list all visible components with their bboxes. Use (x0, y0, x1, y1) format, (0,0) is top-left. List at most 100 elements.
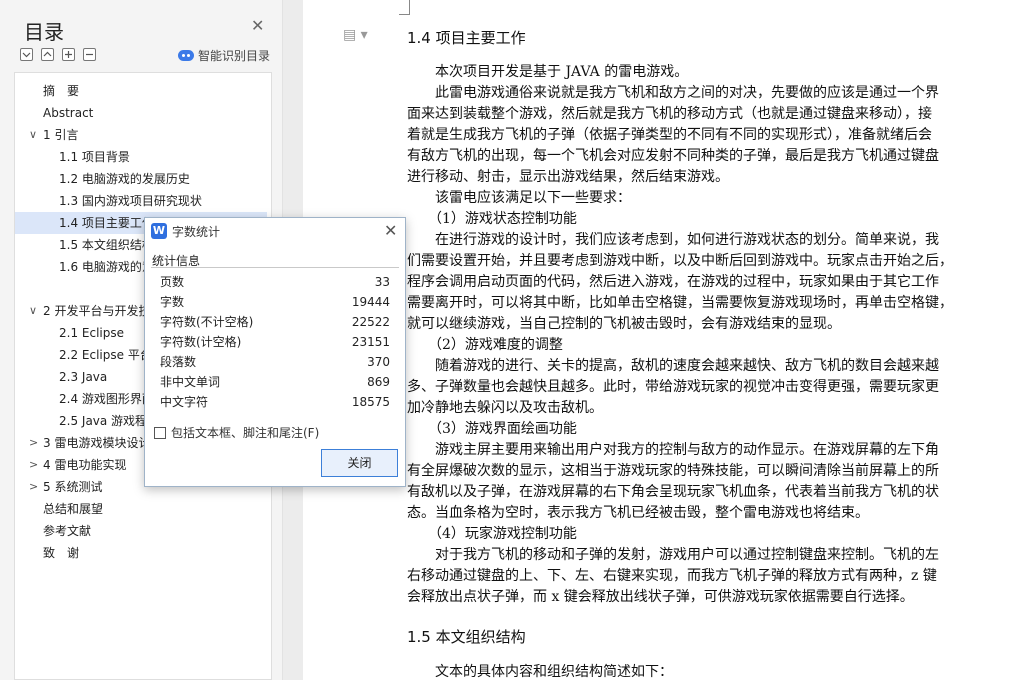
smart-toc-label: 智能识别目录 (198, 49, 271, 63)
stat-row: 字数 19444 (160, 292, 390, 312)
stat-label: 字符数(计空格) (160, 335, 242, 349)
remove-icon[interactable] (83, 48, 96, 61)
toc-item-label: 1 引言 (43, 128, 79, 142)
toc-item[interactable]: ∨ 1 引言 (15, 124, 271, 146)
robot-icon (178, 50, 194, 61)
toc-item[interactable]: 摘 要 (15, 80, 271, 102)
paragraph-line: 会释放出点状子弹，而 x 键会释放出线状子弹，可供游戏玩家依据需要自行选择。 (407, 589, 914, 605)
toc-item-label: 2.4 游戏图形界面 (59, 392, 154, 406)
toc-item-label: 摘 要 (43, 84, 80, 98)
stat-value: 22522 (351, 315, 390, 329)
toc-item[interactable]: 致 谢 (15, 542, 271, 564)
dialog-titlebar[interactable]: W 字数统计 ✕ (145, 218, 405, 244)
close-icon[interactable]: ✕ (384, 221, 397, 240)
paragraph-line: 此雷电游戏通俗来说就是我方飞机和敌方之间的对决，先要做的应该是通过一个界 (407, 85, 939, 101)
paragraph-line: 有全屏爆破次数的显示，这相当于游戏玩家的特殊技能，可以瞬间清除当前屏幕上的所 (407, 463, 939, 479)
stat-value: 869 (367, 375, 390, 389)
toc-item[interactable]: 总结和展望 (15, 498, 271, 520)
chevron-right-icon[interactable]: > (29, 476, 38, 498)
checkbox-label: 包括文本框、脚注和尾注(F) (171, 426, 320, 440)
stat-row: 字符数(计空格) 23151 (160, 332, 390, 352)
paragraph-line: 在进行游戏的设计时，我们应该考虑到，如何进行游戏状态的划分。简单来说，我 (407, 232, 939, 248)
toc-item[interactable]: 1.3 国内游戏项目研究现状 (15, 190, 271, 212)
toc-item-label: 4 雷电功能实现 (43, 458, 127, 472)
paragraph-line: （4）玩家游戏控制功能 (407, 526, 577, 542)
paragraph-line: （2）游戏难度的调整 (407, 337, 563, 353)
stat-label: 中文字符 (160, 395, 209, 409)
paragraph-line: 着就是生成我方飞机的子弹（依据子弹类型的不同有不同的实现形式），准备就绪后会 (407, 127, 932, 143)
toc-item-label: 1.5 本文组织结构 (59, 238, 154, 252)
expand-all-icon[interactable] (41, 48, 54, 61)
toc-item-label: 3 雷电游戏模块设计 (43, 436, 151, 450)
paragraph-line: 游戏主屏主要用来输出用户对我方的控制与敌方的动作显示。在游戏屏幕的左下角 (407, 442, 939, 458)
toc-item[interactable]: Abstract (15, 102, 271, 124)
paragraph-line: 面来达到装载整个游戏，然后就是我方飞机的移动方式（也就是通过键盘来移动），接 (407, 106, 932, 122)
include-textbox-checkbox[interactable]: 包括文本框、脚注和尾注(F) (154, 424, 319, 441)
chevron-down-icon[interactable]: ∨ (29, 300, 37, 322)
toc-item-label: 1.4 项目主要工作 (59, 216, 154, 230)
stat-row: 中文字符 18575 (160, 392, 390, 412)
paragraph-line: 进行移动、射击，显示出游戏结果，然后结束游戏。 (407, 169, 729, 185)
paragraph-line: 们需要设置开始，并且要考虑到游戏中断，以及中断后回到游戏中。玩家点击开始之后， (407, 253, 953, 269)
toc-item[interactable]: 1.2 电脑游戏的发展历史 (15, 168, 271, 190)
toc-item-label: 1.3 国内游戏项目研究现状 (59, 194, 202, 208)
add-icon[interactable] (62, 48, 75, 61)
stat-label: 字符数(不计空格) (160, 315, 254, 329)
close-icon[interactable]: ✕ (251, 18, 264, 34)
chevron-down-icon[interactable]: ∨ (29, 124, 37, 146)
section-heading: 1.5 本文组织结构 (407, 628, 526, 646)
paragraph-line: 有敌机以及子弹，在游戏屏幕的右下角会呈现玩家飞机血条，代表着当前我方飞机的状 (407, 484, 939, 500)
stat-value: 23151 (351, 335, 390, 349)
divider (151, 267, 399, 268)
paragraph-line: 就可以继续游戏，当自己控制的飞机被击毁时，会有游戏结束的显现。 (407, 316, 841, 332)
toc-item-label: Abstract (43, 106, 94, 120)
page-corner-mark (399, 14, 410, 15)
paragraph-line: 本次项目开发是基于 JAVA 的雷电游戏。 (407, 64, 689, 80)
paragraph-line: 多、子弹数量也会越快且越多。此时，带给游戏玩家的视觉冲击变得更强，需要玩家更 (407, 379, 939, 395)
toc-title: 目录 (24, 20, 64, 44)
close-button[interactable]: 关闭 (321, 449, 398, 477)
smart-toc-button[interactable]: 智能识别目录 (178, 47, 270, 64)
toc-item-label: 致 谢 (43, 546, 80, 560)
toc-item-label: 2.3 Java (59, 370, 108, 384)
stat-value: 18575 (351, 395, 390, 409)
wps-logo-icon: W (151, 223, 167, 239)
paragraph-line: 态。当血条格为空时，表示我方飞机已经被击毁，整个雷电游戏也将结束。 (407, 505, 869, 521)
toc-item-label: 总结和展望 (43, 502, 104, 516)
collapse-all-icon[interactable] (20, 48, 33, 61)
stat-label: 页数 (160, 275, 185, 289)
paragraph-line: 右移动通过键盘的上、下、左、右键来实现，而我方飞机子弹的释放方式有两种，z 键 (407, 568, 937, 584)
document-icon[interactable]: ▤ ▾ (343, 27, 368, 43)
word-count-dialog: W 字数统计 ✕ 统计信息 页数 33 字数 19444 字符数(不计空格) 2… (144, 217, 406, 487)
toc-item-label: 5 系统测试 (43, 480, 103, 494)
paragraph-line: 程序会调用启动页面的代码，然后进入游戏，在游戏的过程中，玩家如果由于其它工作 (407, 274, 939, 290)
stat-value: 33 (374, 275, 390, 289)
stat-row: 非中文单词 869 (160, 372, 390, 392)
stat-value: 370 (367, 355, 390, 369)
toc-item[interactable]: 参考文献 (15, 520, 271, 542)
paragraph-line: （1）游戏状态控制功能 (407, 211, 577, 227)
toc-item-label: 1.1 项目背景 (59, 150, 130, 164)
toc-toolbar (20, 48, 96, 61)
document-page: ▤ ▾ 1.4 项目主要工作 本次项目开发是基于 JAVA 的雷电游戏。 此雷电… (303, 0, 1011, 680)
toc-item[interactable]: 1.1 项目背景 (15, 146, 271, 168)
paragraph-line: 该雷电应该满足以下一些要求： (407, 190, 631, 206)
paragraph-line: 有敌方飞机的出现，每一个飞机会对应发射不同种类的子弹，最后是我方飞机通过键盘 (407, 148, 939, 164)
paragraph-line: 加冷静地去躲闪以及攻击敌机。 (407, 400, 603, 416)
paragraph-line: 需要离开时，可以将其中断，比如单击空格键，当需要恢复游戏现场时，再单击空格键， (407, 295, 953, 311)
stat-label: 非中文单词 (160, 375, 221, 389)
paragraph-line: （3）游戏界面绘画功能 (407, 421, 577, 437)
stat-label: 字数 (160, 295, 185, 309)
stat-row: 字符数(不计空格) 22522 (160, 312, 390, 332)
checkbox-box[interactable] (154, 426, 166, 439)
section-heading: 1.4 项目主要工作 (407, 29, 526, 47)
chevron-right-icon[interactable]: > (29, 432, 38, 454)
chevron-right-icon[interactable]: > (29, 454, 38, 476)
page-corner-mark (409, 0, 410, 14)
paragraph-line: 随着游戏的进行、关卡的提高，敌机的速度会越来越快、敌方飞机的数目会越来越 (407, 358, 939, 374)
stat-label: 段落数 (160, 355, 197, 369)
stat-row: 段落数 370 (160, 352, 390, 372)
toc-item-label: 参考文献 (43, 524, 92, 538)
dialog-title: 字数统计 (172, 225, 221, 239)
stat-row: 页数 33 (160, 272, 390, 292)
